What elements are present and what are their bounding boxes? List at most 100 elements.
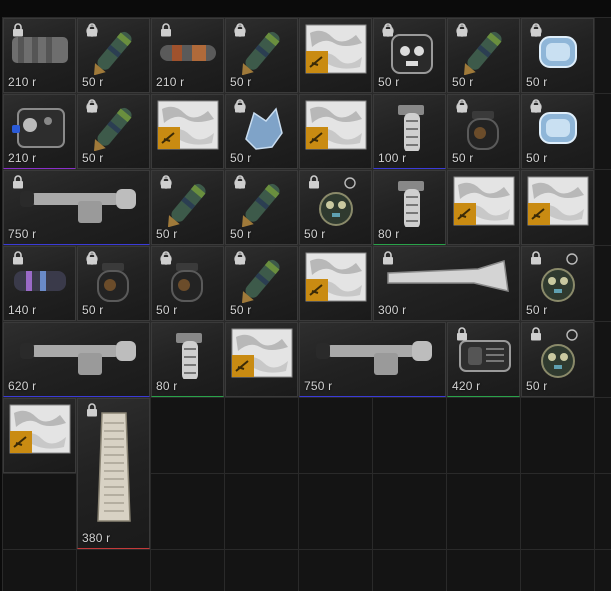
lock-icon [86,251,98,265]
item-price: 210 r [8,75,37,89]
charm-grenade-item[interactable]: 50 r [447,94,520,169]
skin-snow-camo-item[interactable] [299,18,372,93]
vertical-grip-icon [156,327,222,384]
charm-grenade-2-item[interactable]: 50 r [77,246,150,321]
lock-icon [234,251,246,265]
lock-icon [234,99,246,113]
camo-skin-icon [304,251,370,308]
charm-camo-yellow-item[interactable]: 50 r [225,18,298,93]
skin-grey-camo-2-item[interactable] [299,246,372,321]
item-price: 380 r [82,531,111,545]
charm-ice-2-item[interactable]: 50 r [521,94,594,169]
lock-icon [456,23,468,37]
lock-icon [86,23,98,37]
lock-icon [234,23,246,37]
item-price: 100 r [378,151,407,165]
item-price: 50 r [526,151,548,165]
scope-pso-2-item[interactable]: 620 r [3,322,150,397]
skin-white-camo-item[interactable] [151,94,224,169]
lock-icon [308,175,320,189]
item-price: 50 r [230,227,252,241]
foregrip-white-item[interactable]: 100 r [373,94,446,169]
item-price: 140 r [8,303,37,317]
charm-camo-green-2-item[interactable]: 50 r [77,94,150,169]
item-price: 50 r [156,303,178,317]
charm-bullet-2-item[interactable]: 50 r [225,246,298,321]
item-price: 80 r [378,227,400,241]
camo-skin-icon [452,175,518,232]
charm-grenade-3-item[interactable]: 50 r [151,246,224,321]
item-price: 50 r [156,227,178,241]
lock-icon [456,99,468,113]
item-price: 750 r [304,379,333,393]
scope-pso-3-item[interactable]: 750 r [299,322,446,397]
lock-icon [12,175,24,189]
charm-camo-green-item[interactable]: 50 r [77,18,150,93]
foregrip-short-item[interactable]: 80 r [373,170,446,245]
item-price: 50 r [230,75,252,89]
tactical-device-item[interactable]: 210 r [3,94,76,169]
charm-red-item[interactable]: 50 r [225,170,298,245]
camo-skin-icon [8,403,74,460]
item-price: 300 r [378,303,407,317]
magazine-white-item[interactable]: 380 r [77,398,150,549]
camo-skin-icon [304,99,370,156]
item-price: 50 r [82,303,104,317]
item-price: 50 r [526,379,548,393]
rifle-scope-icon [8,327,148,384]
camo-skin-icon [156,99,222,156]
item-price: 420 r [452,379,481,393]
foregrip-short-2-item[interactable]: 80 r [151,322,224,397]
item-price: 50 r [82,151,104,165]
vertical-grip-icon [378,175,444,232]
item-price: 210 r [156,75,185,89]
item-price: 750 r [8,227,37,241]
charm-ice-item[interactable]: 50 r [521,18,594,93]
lock-icon [456,327,468,341]
lock-icon [12,23,24,37]
rifle-scope-icon [304,327,444,384]
rifle-scope-icon [8,175,148,232]
item-price: 50 r [526,303,548,317]
lock-icon [530,23,542,37]
skin-grey-camo-item[interactable] [299,94,372,169]
lock-icon [160,23,172,37]
charm-bomb-2-item[interactable]: 50 r [521,246,594,321]
inventory-grid: 210 r 50 r 210 r 50 r 50 r 50 r 50 r 210 r 50 r 5… [2,17,611,591]
charm-skull-item[interactable]: 50 r [373,18,446,93]
scope-pso-item[interactable]: 750 r [3,170,150,245]
charm-crystal-item[interactable]: 50 r [225,94,298,169]
charm-camo-3-item[interactable]: 50 r [151,170,224,245]
item-price: 50 r [452,151,474,165]
camo-skin-icon [230,327,296,384]
charm-bomb-item[interactable]: 50 r [299,170,372,245]
skin-white-camo-2-item[interactable] [225,322,298,397]
skin-arctic-camo-item[interactable] [447,170,520,245]
item-price: 210 r [8,151,37,165]
lock-icon [530,327,542,341]
lock-icon [160,251,172,265]
lock-icon [382,23,394,37]
item-price: 620 r [8,379,37,393]
rifle-stock-icon [378,251,518,308]
camo-skin-icon [526,175,592,232]
laser-module-icon [8,99,74,156]
lock-icon [160,175,172,189]
charm-bullet-item[interactable]: 50 r [447,18,520,93]
lock-icon [530,251,542,265]
skin-digital-camo-item[interactable] [521,170,594,245]
sight-holo-item[interactable]: 420 r [447,322,520,397]
stock-white-item[interactable]: 300 r [373,246,520,321]
item-price: 50 r [230,303,252,317]
silencer-rust-item[interactable]: 210 r [151,18,224,93]
vertical-grip-icon [378,99,444,156]
item-price: 50 r [526,75,548,89]
lock-icon [12,251,24,265]
grip-cover-item[interactable]: 210 r [3,18,76,93]
lock-icon [382,251,394,265]
lock-icon [530,99,542,113]
charm-bomb-3-item[interactable]: 50 r [521,322,594,397]
muzzle-purple-item[interactable]: 140 r [3,246,76,321]
skin-winter-camo-item[interactable] [3,398,76,473]
lock-icon [86,403,98,417]
